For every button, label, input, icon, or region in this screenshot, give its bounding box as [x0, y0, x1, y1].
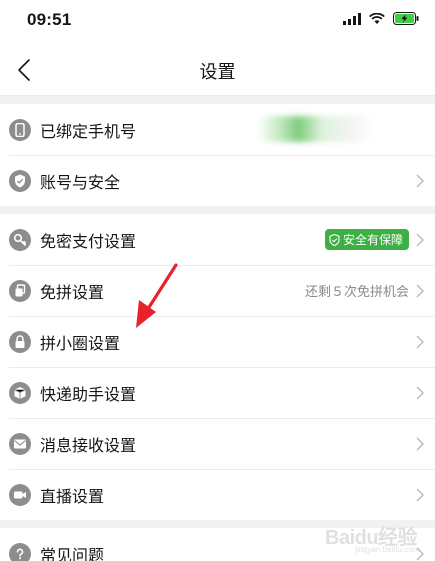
package-icon — [9, 381, 31, 404]
remaining-chances-text: 还剩５次免拼机会 — [304, 285, 409, 300]
row-label: 拼小圈设置 — [40, 333, 121, 353]
security-badge-text: 安全有保障 — [342, 233, 403, 247]
chevron-right-icon — [416, 335, 424, 348]
video-icon — [9, 483, 31, 506]
status-bar: 09:51 — [0, 0, 435, 44]
key-icon — [9, 228, 31, 251]
row-label: 免拼设置 — [40, 282, 105, 302]
lock-icon — [9, 330, 31, 353]
status-time: 09:51 — [27, 10, 72, 29]
wifi-icon — [369, 12, 385, 24]
account-group: 已绑定手机号 账号与安全 — [0, 104, 435, 206]
settings-row-delivery-assistant[interactable]: 快递助手设置 — [0, 367, 435, 418]
nav-bar: 设置 — [0, 44, 435, 96]
row-label: 直播设置 — [40, 486, 105, 506]
row-right — [415, 436, 425, 452]
chevron-right-icon — [416, 437, 424, 450]
shield-icon — [9, 169, 31, 192]
preferences-group: 免密支付设置 安全有保障 免拼设置 还剩５次免拼机会 拼小圈设置 快递助手设置 … — [0, 214, 435, 520]
row-right — [415, 487, 425, 503]
blurred-phone-number — [257, 116, 375, 142]
row-right — [415, 173, 425, 189]
chevron-right-icon — [416, 174, 424, 187]
settings-row-live-stream[interactable]: 直播设置 — [0, 469, 435, 520]
security-badge: 安全有保障 — [324, 229, 409, 250]
status-icons — [343, 12, 419, 25]
phone-icon — [9, 118, 31, 141]
baidu-watermark: Baidu经验 jingyan.baidu.com — [325, 515, 425, 555]
chevron-right-icon — [416, 488, 424, 501]
settings-row-account-security[interactable]: 账号与安全 — [0, 155, 435, 206]
chevron-right-icon — [416, 233, 424, 246]
row-right: 还剩５次免拼机会 — [305, 281, 425, 300]
row-right: 安全有保障 — [324, 229, 425, 250]
row-label: 账号与安全 — [40, 172, 121, 192]
mail-icon — [9, 432, 31, 455]
page-title: 设置 — [199, 62, 236, 83]
row-label: 消息接收设置 — [40, 435, 137, 455]
chevron-right-icon — [416, 386, 424, 399]
row-label: 已绑定手机号 — [40, 121, 137, 141]
section-divider — [0, 206, 435, 214]
question-icon — [9, 542, 31, 561]
section-divider — [0, 96, 435, 104]
settings-row-group-free[interactable]: 免拼设置 还剩５次免拼机会 — [0, 265, 435, 316]
row-right — [415, 334, 425, 350]
settings-row-pinxiaoquan[interactable]: 拼小圈设置 — [0, 316, 435, 367]
settings-row-password-free-pay[interactable]: 免密支付设置 安全有保障 — [0, 214, 435, 265]
row-right — [415, 385, 425, 401]
copy-icon — [9, 279, 31, 302]
row-label: 免密支付设置 — [40, 231, 137, 251]
chevron-right-icon — [416, 284, 424, 297]
settings-row-phone[interactable]: 已绑定手机号 — [0, 104, 435, 155]
row-label: 快递助手设置 — [40, 384, 137, 404]
settings-row-notifications[interactable]: 消息接收设置 — [0, 418, 435, 469]
shield-check-icon — [329, 233, 340, 246]
battery-charging-icon — [393, 12, 419, 25]
signal-icon — [343, 12, 361, 25]
watermark-url: jingyan.baidu.com — [355, 545, 420, 554]
